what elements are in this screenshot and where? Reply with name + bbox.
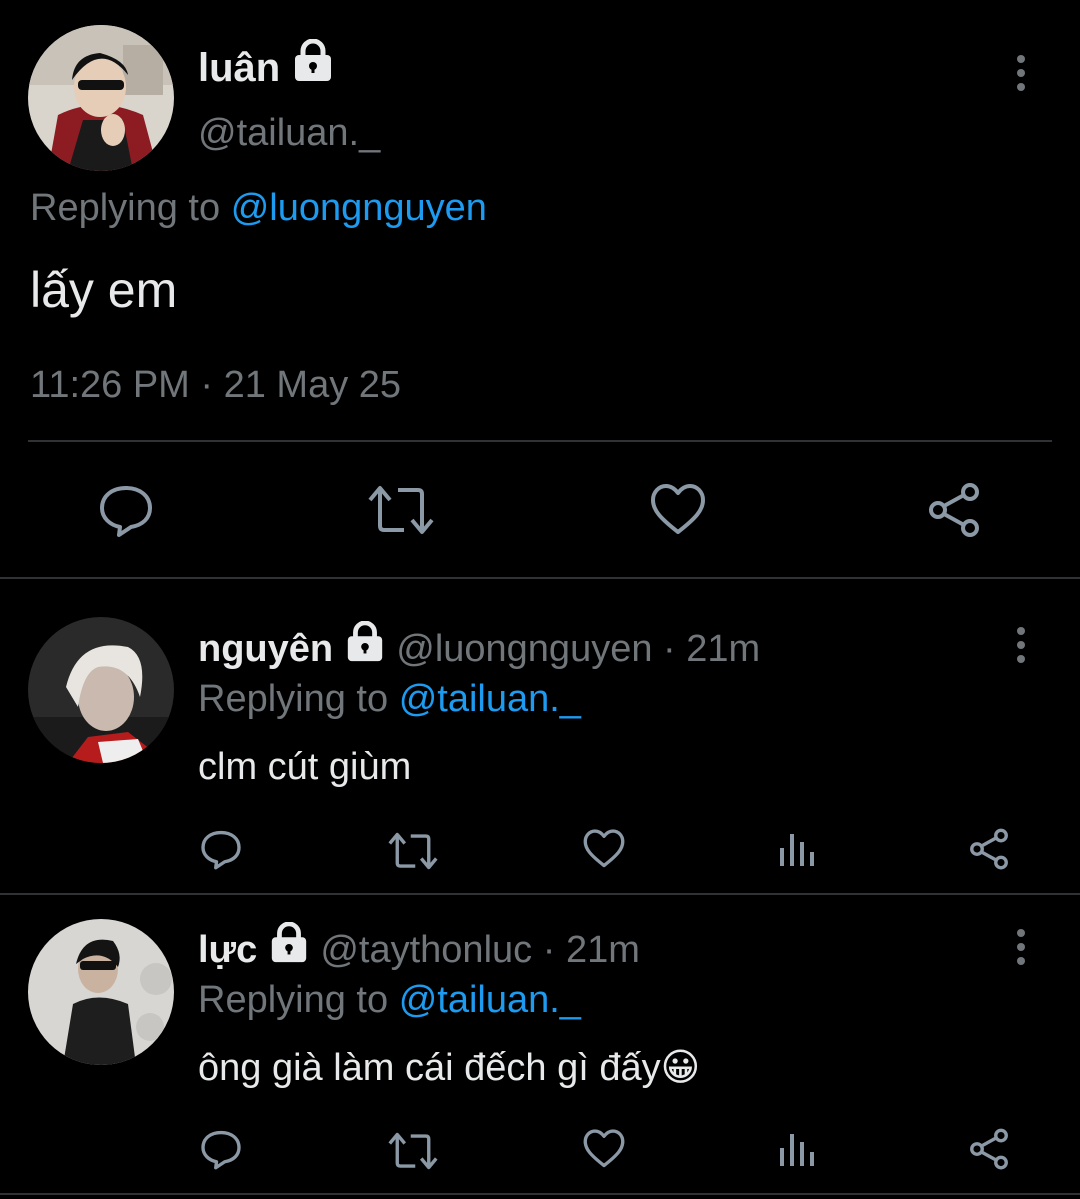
views-icon — [780, 1134, 814, 1166]
tweet-text: lấy em — [30, 262, 178, 318]
share-button[interactable] — [968, 828, 1010, 870]
share-button[interactable] — [926, 482, 982, 538]
like-button[interactable] — [583, 828, 625, 870]
share-icon — [970, 828, 1008, 870]
replying-to-link[interactable]: @tailuan._ — [399, 678, 581, 720]
replying-to-link[interactable]: @tailuan._ — [399, 979, 581, 1021]
lock-icon — [344, 620, 386, 674]
display-name[interactable]: nguyên — [198, 628, 333, 670]
reply-button[interactable] — [98, 482, 154, 538]
avatar[interactable] — [28, 919, 174, 1065]
avatar[interactable] — [28, 25, 174, 171]
replying-line: Replying to @tailuan._ — [198, 676, 581, 722]
reply-icon — [100, 486, 152, 537]
views-button[interactable] — [778, 1132, 816, 1168]
tweet-timestamp[interactable]: 11:26 PM · 21 May 25 — [30, 362, 401, 408]
divider — [0, 893, 1080, 895]
views-icon — [780, 834, 814, 866]
retweet-button[interactable] — [368, 482, 434, 538]
retweet-icon — [368, 486, 434, 534]
heart-icon — [583, 829, 625, 868]
retweet-button[interactable] — [388, 1130, 438, 1172]
reply-icon — [201, 830, 241, 870]
share-button[interactable] — [968, 1128, 1010, 1170]
reply-button[interactable] — [200, 828, 242, 870]
retweet-icon — [388, 832, 438, 870]
divider — [0, 1193, 1080, 1195]
more-vertical-icon[interactable] — [1001, 615, 1041, 675]
author-handle[interactable]: @luongnguyen — [396, 628, 652, 670]
retweet-icon — [388, 1132, 438, 1170]
like-button[interactable] — [650, 482, 706, 538]
reply-text: clm cút giùm — [198, 746, 412, 788]
display-name[interactable]: luân — [198, 46, 280, 90]
lock-icon — [268, 921, 310, 975]
replying-prefix: Replying to — [30, 187, 221, 229]
display-name[interactable]: lực — [198, 929, 257, 971]
reply-header: nguyên @luongnguyen · 21m — [198, 620, 760, 674]
more-vertical-icon[interactable] — [1001, 43, 1041, 103]
reply-header: lực @taythonluc · 21m — [198, 921, 640, 975]
heart-icon — [651, 484, 705, 534]
replying-to-link[interactable]: @luongnguyen — [231, 187, 487, 229]
reply-text: ông già làm cái đếch gì đấy😀 — [198, 1047, 701, 1089]
heart-icon — [583, 1129, 625, 1168]
reply-button[interactable] — [200, 1128, 242, 1170]
divider — [28, 440, 1052, 442]
share-icon — [929, 483, 979, 537]
divider — [0, 577, 1080, 579]
replying-line: Replying to @luongnguyen — [30, 185, 487, 231]
author-header: luân — [198, 38, 335, 94]
separator: · — [663, 628, 676, 670]
like-button[interactable] — [583, 1128, 625, 1170]
relative-time[interactable]: 21m — [566, 929, 640, 971]
avatar[interactable] — [28, 617, 174, 763]
author-handle[interactable]: @tailuan._ — [198, 110, 380, 156]
separator: · — [542, 929, 556, 971]
lock-icon — [291, 38, 335, 94]
retweet-button[interactable] — [388, 830, 438, 872]
reply-icon — [201, 1130, 241, 1170]
views-button[interactable] — [778, 832, 816, 868]
relative-time[interactable]: 21m — [686, 628, 760, 670]
share-icon — [970, 1128, 1008, 1170]
author-handle[interactable]: @taythonluc — [320, 929, 532, 971]
replying-line: Replying to @tailuan._ — [198, 977, 581, 1023]
more-vertical-icon[interactable] — [1001, 917, 1041, 977]
replying-prefix: Replying to — [198, 678, 389, 720]
replying-prefix: Replying to — [198, 979, 389, 1021]
